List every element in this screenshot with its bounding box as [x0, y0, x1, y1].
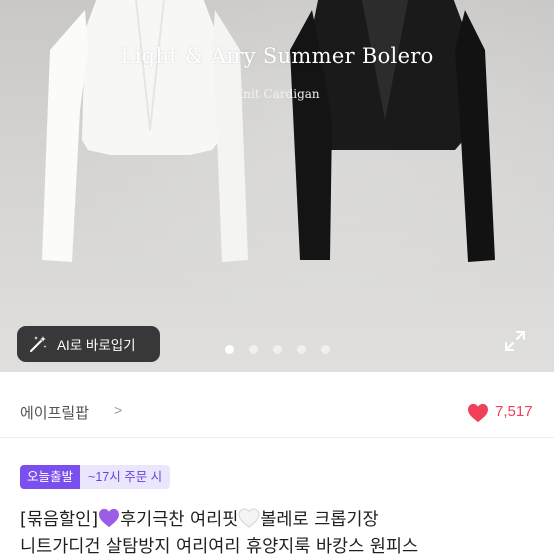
carousel-dot[interactable]: [225, 345, 234, 354]
shipping-badges: 오늘출발 ~17시 주문 시: [20, 465, 171, 489]
carousel-dot[interactable]: [321, 345, 330, 354]
ai-try-on-button[interactable]: AI로 바로입기: [17, 326, 160, 362]
product-image-carousel[interactable]: Light & Airy Summer Bolero Knit Cardigan…: [0, 0, 554, 372]
carousel-dot[interactable]: [297, 345, 306, 354]
like-count: 7,517: [495, 403, 533, 420]
purple-heart-icon: [99, 508, 120, 528]
order-cutoff-badge: ~17시 주문 시: [80, 465, 171, 489]
expand-icon[interactable]: [503, 329, 527, 353]
white-cardigan-image: [42, 0, 248, 262]
product-title-line-1: [묶음할인] 후기극찬 여리핏 볼레로 크롭기장: [20, 506, 379, 531]
magic-wand-icon: [30, 336, 47, 352]
product-title-part: 후기극찬 여리핏: [120, 510, 239, 530]
hero-subtitle: Knit Cardigan: [234, 87, 320, 101]
white-heart-icon: [238, 508, 260, 528]
today-shipping-badge: 오늘출발: [20, 465, 81, 489]
carousel-dot[interactable]: [273, 345, 282, 354]
heart-icon[interactable]: [467, 403, 489, 423]
hero-title: Light & Airy Summer Bolero: [120, 44, 434, 68]
product-title-line-2: 니트가디건 살탐방지 여리여리 휴양지룩 바캉스 원피스: [20, 537, 419, 554]
product-title-part: [묶음할인]: [20, 510, 99, 530]
black-cardigan-image: [290, 0, 495, 262]
ai-try-on-label: AI로 바로입기: [57, 338, 136, 353]
seller-row: 에이프릴팝 > 7,517: [0, 372, 554, 438]
product-title-part: 볼레로 크롭기장: [260, 510, 379, 530]
seller-name-link[interactable]: 에이프릴팝: [20, 402, 89, 423]
carousel-dot[interactable]: [249, 345, 258, 354]
chevron-right-icon[interactable]: >: [114, 402, 122, 418]
carousel-dots: [225, 345, 330, 354]
